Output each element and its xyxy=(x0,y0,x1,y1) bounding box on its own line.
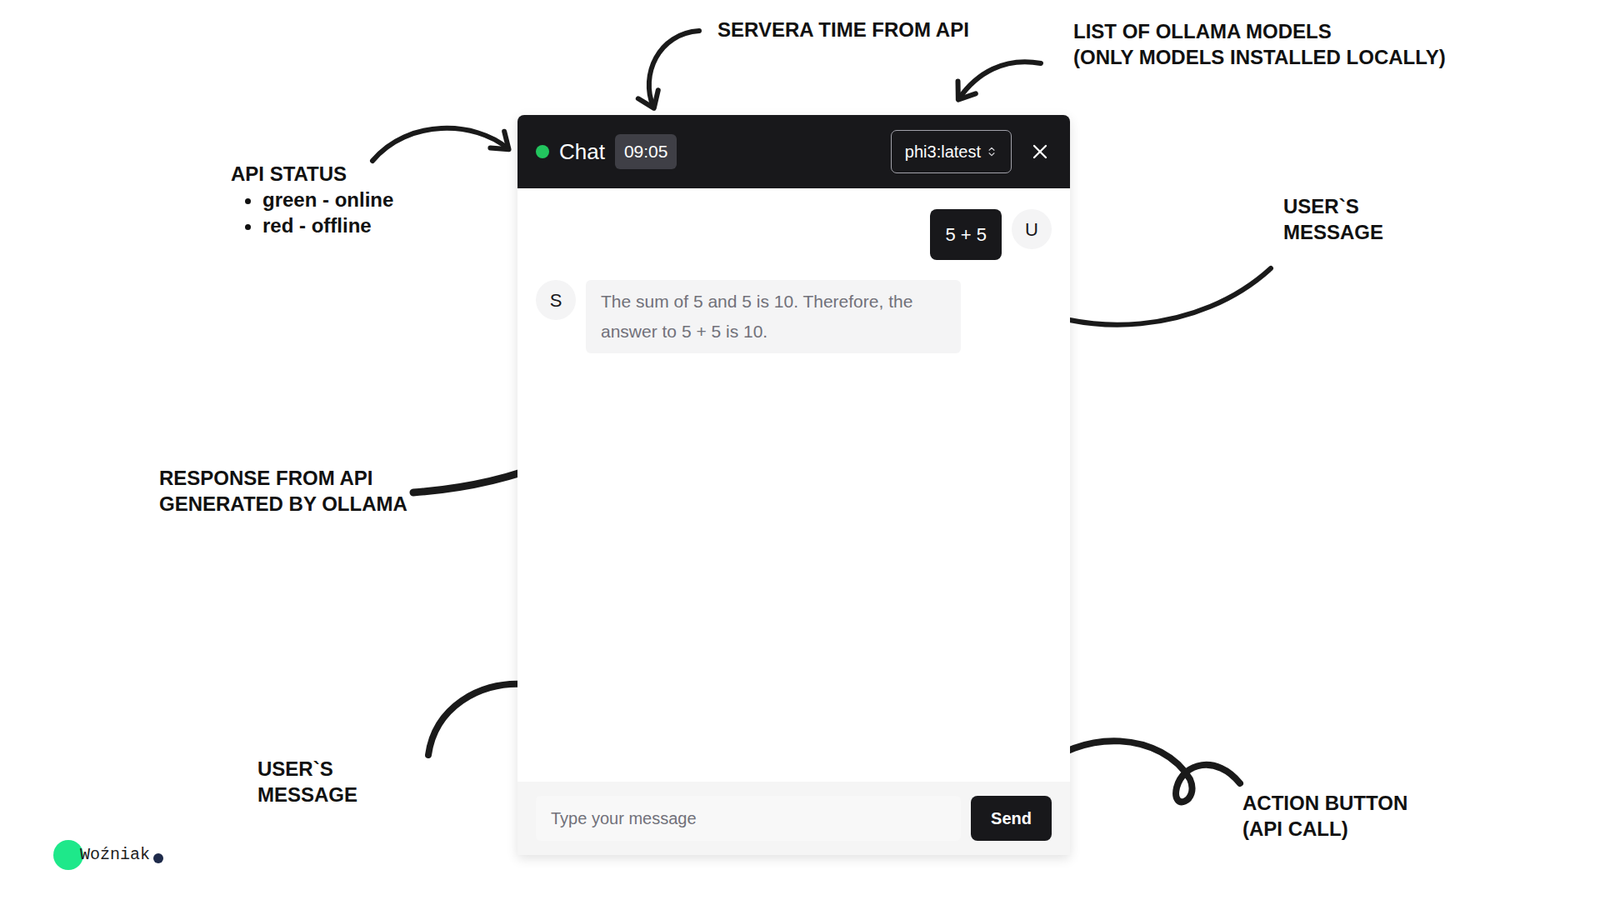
send-button[interactable]: Send xyxy=(970,795,1052,841)
annotation-line: SERVERA TIME FROM API xyxy=(717,16,970,43)
model-select[interactable]: phi3:latest xyxy=(890,130,1012,174)
annotation-line: MESSAGE xyxy=(1283,219,1384,245)
annotation-line: USER`S xyxy=(1283,193,1384,220)
annotation: RESPONSE FROM APIGENERATED BY OLLAMA xyxy=(159,465,408,517)
message-list: 5 + 5U SThe sum of 5 and 5 is 10. Therefo… xyxy=(517,188,1070,782)
annotation-line: GENERATED BY OLLAMA xyxy=(159,490,408,517)
user-avatar: U xyxy=(1011,209,1052,250)
server-message-row: SThe sum of 5 and 5 is 10. Therefore, th… xyxy=(535,280,1052,354)
logo: Woźniak xyxy=(53,840,164,870)
annotation-line: (ONLY MODELS INSTALLED LOCALLY) xyxy=(1073,44,1446,70)
annotation: API STATUSgreen - onlinered - offline xyxy=(230,160,394,239)
annotation-line: MESSAGE xyxy=(257,781,358,808)
annotation: SERVERA TIME FROM API xyxy=(717,16,970,43)
user-message: 5 + 5 xyxy=(930,209,1002,260)
annotation: LIST OF OLLAMA MODELS(ONLY MODELS INSTAL… xyxy=(1073,18,1446,70)
annotation: USER`SMESSAGE xyxy=(1283,193,1384,245)
annotation-bullet: green - online xyxy=(262,186,394,213)
annotation-line: USER`S xyxy=(257,755,358,782)
message-input[interactable] xyxy=(535,795,961,841)
annotation-line: (API CALL) xyxy=(1242,815,1408,842)
annotation: ACTION BUTTON(API CALL) xyxy=(1242,790,1408,842)
annotation-bullets: green - onlinered - offline xyxy=(230,186,394,239)
annotation-line: LIST OF OLLAMA MODELS xyxy=(1073,18,1446,45)
model-name: phi3:latest xyxy=(905,139,981,165)
server-time: 09:05 xyxy=(615,134,678,170)
page: SERVERA TIME FROM API LIST OF OLLAMA MODE… xyxy=(0,0,1600,900)
chat-title: Chat xyxy=(559,135,605,169)
logo-text: Woźniak xyxy=(80,842,150,868)
chevron-icon xyxy=(985,145,998,158)
user-message-row: 5 + 5U xyxy=(535,209,1052,260)
logo-circle-icon xyxy=(53,840,84,870)
server-avatar: S xyxy=(535,280,576,320)
logo-dot-icon xyxy=(153,853,164,864)
chat-header: Chat 09:05 phi3:latest xyxy=(517,115,1070,189)
close-button[interactable] xyxy=(1028,140,1052,164)
server-message: The sum of 5 and 5 is 10. Therefore, the… xyxy=(585,280,961,354)
status-dot xyxy=(535,145,550,159)
annotation-line: ACTION BUTTON xyxy=(1242,790,1408,816)
annotation-line: RESPONSE FROM API xyxy=(159,465,408,491)
annotation-line: API STATUS xyxy=(230,160,394,187)
annotation: USER`SMESSAGE xyxy=(257,755,358,808)
annotation-bullet: red - offline xyxy=(262,212,394,239)
chat-window: Chat 09:05 phi3:latest 5 + 5U SThe sum of 5 … xyxy=(517,115,1070,855)
close-icon xyxy=(1028,140,1052,164)
input-bar: Send xyxy=(517,781,1070,855)
